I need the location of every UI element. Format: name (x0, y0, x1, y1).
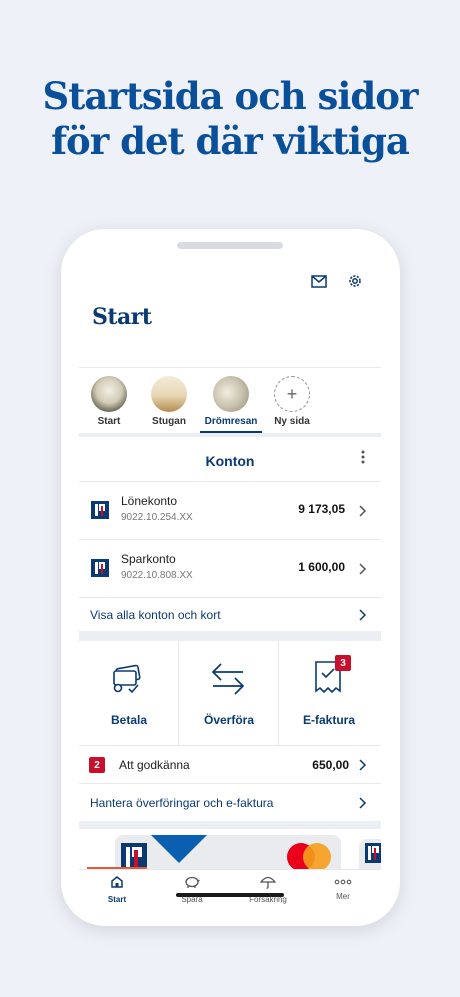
quick-actions-card: Betala Överföra 3 E-faktura 2 Att godkän… (79, 641, 381, 821)
chevron-right-icon (359, 759, 367, 771)
app-header: Start (79, 257, 381, 367)
bank-logo-icon (91, 501, 109, 519)
approve-label: Att godkänna (119, 758, 190, 772)
app-screen: Start Start Stugan Drömresan + Ny sida K… (79, 257, 381, 905)
gear-icon[interactable] (345, 271, 365, 291)
page-selector: Start Stugan Drömresan + Ny sida (79, 367, 381, 433)
kebab-menu-icon[interactable] (360, 449, 366, 465)
page-avatar-start (91, 376, 127, 412)
transfer-icon (211, 663, 245, 695)
page-chip-start[interactable]: Start (81, 376, 137, 427)
piggy-bank-icon (185, 876, 200, 888)
chevron-right-icon (359, 563, 367, 575)
active-page-indicator (200, 431, 262, 433)
chevron-right-icon (359, 797, 367, 809)
bank-card[interactable] (115, 835, 341, 869)
account-name: Sparkonto (121, 552, 176, 566)
bank-card-next[interactable] (359, 839, 381, 869)
mail-icon[interactable] (309, 271, 329, 291)
page-chip-stugan[interactable]: Stugan (141, 376, 197, 427)
account-balance: 9 173,05 (298, 502, 345, 516)
phone-speaker (177, 242, 283, 249)
page-avatar-stugan (151, 376, 187, 412)
page-chip-label: Stugan (152, 416, 186, 427)
account-row[interactable]: Sparkonto 9022.10.808.XX 1 600,00 (79, 539, 381, 597)
page-chip-label: Ny sida (274, 416, 310, 427)
chevron-right-icon (359, 505, 367, 517)
home-icon (111, 876, 123, 888)
approve-row[interactable]: 2 Att godkänna 650,00 (79, 745, 381, 783)
cards-carousel[interactable] (79, 829, 381, 869)
page-title: Start (92, 304, 152, 330)
e-invoice-label: E-faktura (302, 713, 355, 727)
accounts-title: Konton (205, 453, 255, 469)
tab-spara[interactable]: Spara (154, 870, 230, 905)
show-all-accounts-label: Visa alla konton och kort (90, 608, 221, 622)
transfer-button[interactable]: Överföra (179, 641, 279, 745)
pay-icon (113, 664, 141, 694)
page-avatar-dromresan (213, 376, 249, 412)
headline-line-2: för det där viktiga (51, 119, 410, 163)
tab-start[interactable]: Start (79, 870, 155, 905)
approve-amount: 650,00 (312, 758, 349, 772)
pay-button[interactable]: Betala (79, 641, 179, 745)
approve-count-badge: 2 (89, 757, 105, 773)
show-all-accounts-link[interactable]: Visa alla konton och kort (79, 597, 381, 631)
e-invoice-badge: 3 (335, 655, 351, 671)
marketing-headline: Startsida och sidor för det där viktiga (0, 74, 460, 164)
chevron-right-icon (359, 609, 367, 621)
account-number: 9022.10.254.XX (121, 512, 193, 523)
account-balance: 1 600,00 (298, 560, 345, 574)
umbrella-icon (259, 876, 277, 889)
phone-frame: Start Start Stugan Drömresan + Ny sida K… (61, 229, 400, 926)
account-name: Lönekonto (121, 494, 178, 508)
tab-mer[interactable]: Mer (305, 870, 381, 905)
pay-label: Betala (110, 713, 148, 727)
manage-transfers-label: Hantera överföringar och e-faktura (90, 796, 274, 810)
bank-logo-icon (91, 559, 109, 577)
bottom-tab-bar: Start Spara Försäkring Mer (79, 869, 381, 905)
account-number: 9022.10.808.XX (121, 570, 193, 581)
page-chip-dromresan[interactable]: Drömresan (203, 376, 259, 427)
transfer-label: Överföra (203, 713, 255, 727)
manage-transfers-link[interactable]: Hantera överföringar och e-faktura (79, 783, 381, 821)
account-row[interactable]: Lönekonto 9022.10.254.XX 9 173,05 (79, 481, 381, 539)
page-chip-label: Start (97, 416, 121, 427)
headline-line-1: Startsida och sidor (42, 74, 419, 118)
e-invoice-button[interactable]: 3 E-faktura (279, 641, 379, 745)
page-chip-label: Drömresan (204, 416, 258, 427)
tab-forsakring[interactable]: Försäkring (230, 870, 306, 905)
tab-label: Start (107, 895, 127, 904)
home-indicator (176, 893, 284, 897)
page-chip-new[interactable]: + Ny sida (264, 376, 320, 427)
accounts-card: Konton Lönekonto 9022.10.254.XX 9 173,05… (79, 437, 381, 631)
more-dots-icon (334, 879, 352, 885)
plus-icon: + (274, 376, 310, 412)
tab-label: Mer (336, 892, 350, 901)
